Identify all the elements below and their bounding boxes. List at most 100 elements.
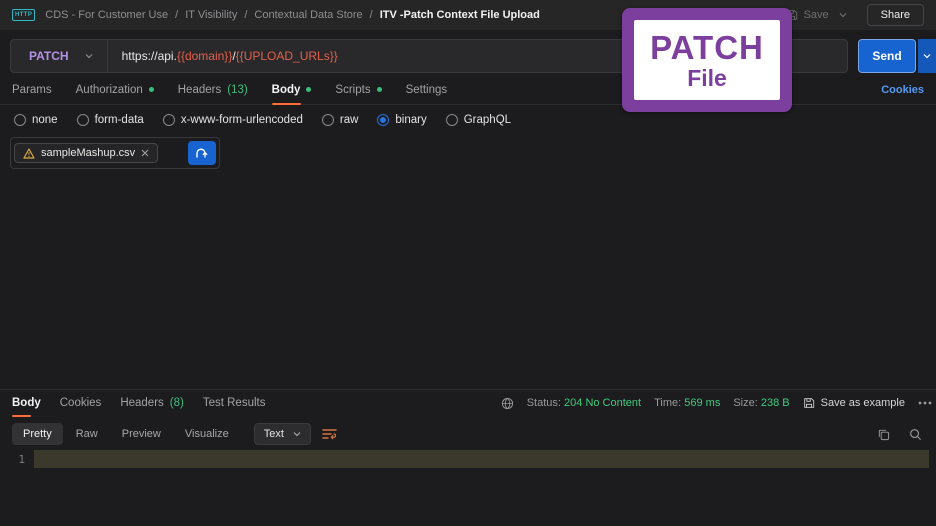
response-view-toolbar: Pretty Raw Preview Visualize Text	[0, 416, 936, 450]
response-tab-cookies[interactable]: Cookies	[60, 390, 102, 416]
save-as-example-label: Save as example	[821, 397, 905, 409]
chevron-down-icon	[839, 12, 847, 18]
response-tab-test-results-label: Test Results	[203, 397, 266, 409]
time-field: Time: 569 ms	[654, 397, 720, 409]
save-options-button[interactable]	[839, 12, 847, 18]
wrap-lines-icon[interactable]	[322, 428, 337, 440]
highlighted-empty-line[interactable]	[34, 450, 929, 468]
status-field: Status: 204 No Content	[527, 397, 641, 409]
request-body-empty-area	[0, 169, 936, 389]
body-mode-none[interactable]: none	[14, 114, 58, 126]
view-visualize-button[interactable]: Visualize	[174, 423, 240, 445]
body-mode-binary[interactable]: binary	[377, 114, 426, 126]
tab-params-label: Params	[12, 84, 52, 96]
body-mode-form-data[interactable]: form-data	[77, 114, 144, 126]
headers-count-badge: (13)	[227, 84, 247, 96]
body-mode-raw-label: raw	[340, 114, 359, 126]
search-icon[interactable]	[909, 428, 922, 441]
green-dot-indicator	[306, 87, 311, 92]
share-button[interactable]: Share	[867, 4, 924, 26]
radio-icon	[14, 114, 26, 126]
file-chip[interactable]: sampleMashup.csv	[14, 143, 158, 163]
top-bar: HTTP CDS - For Customer Use / IT Visibil…	[0, 0, 936, 30]
request-url-row: PATCH https://api.{{domain}}/{{UPLOAD_UR…	[10, 39, 936, 73]
breadcrumb-folder[interactable]: Contextual Data Store	[254, 9, 362, 21]
size-label: Size:	[733, 397, 757, 409]
radio-icon	[77, 114, 89, 126]
badge-title: PATCH	[650, 31, 764, 64]
tab-scripts-label: Scripts	[335, 84, 370, 96]
more-options-icon[interactable]	[918, 401, 932, 405]
size-field: Size: 238 B	[733, 397, 789, 409]
response-tabs: Body Cookies Headers (8) Test Results St…	[0, 389, 936, 416]
breadcrumb-collection[interactable]: IT Visibility	[185, 9, 237, 21]
send-button[interactable]: Send	[858, 39, 916, 73]
body-mode-urlencoded-label: x-www-form-urlencoded	[181, 114, 303, 126]
view-raw-button[interactable]: Raw	[65, 423, 109, 445]
tab-body[interactable]: Body	[272, 75, 312, 104]
body-mode-raw[interactable]: raw	[322, 114, 359, 126]
send-options-button[interactable]	[918, 39, 936, 73]
status-label: Status:	[527, 397, 561, 409]
upload-file-icon	[195, 147, 209, 159]
chevron-down-icon	[293, 431, 301, 437]
response-tab-test-results[interactable]: Test Results	[203, 390, 266, 416]
remove-file-icon[interactable]	[141, 149, 149, 157]
http-request-icon: HTTP	[12, 9, 35, 21]
radio-selected-icon	[377, 114, 389, 126]
tab-params[interactable]: Params	[12, 75, 52, 104]
radio-icon	[446, 114, 458, 126]
send-button-group: Send	[858, 39, 936, 73]
chevron-down-icon	[923, 53, 931, 59]
body-mode-form-data-label: form-data	[95, 114, 144, 126]
url-prefix: https://api.	[122, 49, 177, 63]
breadcrumb-separator: /	[370, 9, 373, 21]
cookies-link[interactable]: Cookies	[881, 84, 924, 96]
url-variable-domain: {{domain}}	[177, 49, 232, 63]
breadcrumb-workspace[interactable]: CDS - For Customer Use	[45, 9, 168, 21]
response-tab-body[interactable]: Body	[12, 390, 41, 416]
binary-file-input: sampleMashup.csv	[10, 137, 220, 169]
save-icon	[803, 397, 815, 409]
url-input[interactable]: https://api.{{domain}}/{{UPLOAD_URLs}}	[108, 49, 352, 63]
tab-authorization[interactable]: Authorization	[76, 75, 154, 104]
breadcrumb-request-title[interactable]: ITV -Patch Context File Upload	[380, 9, 540, 21]
tab-settings-label: Settings	[406, 84, 448, 96]
method-selector[interactable]: PATCH	[11, 40, 108, 72]
response-body-editor: 1	[0, 450, 936, 468]
body-mode-graphql[interactable]: GraphQL	[446, 114, 511, 126]
format-value: Text	[264, 428, 284, 440]
time-label: Time:	[654, 397, 681, 409]
body-mode-graphql-label: GraphQL	[464, 114, 511, 126]
request-tabs: Params Authorization Headers (13) Body S…	[0, 75, 936, 105]
view-pretty-button[interactable]: Pretty	[12, 423, 63, 445]
response-tab-cookies-label: Cookies	[60, 397, 102, 409]
response-tab-headers[interactable]: Headers (8)	[120, 390, 184, 416]
tab-scripts[interactable]: Scripts	[335, 75, 381, 104]
network-icon[interactable]	[501, 397, 514, 410]
size-value: 238 B	[761, 397, 790, 409]
api-client-window: HTTP CDS - For Customer Use / IT Visibil…	[0, 0, 936, 526]
patch-file-annotation-badge: PATCH File	[622, 8, 792, 112]
copy-icon[interactable]	[877, 428, 890, 441]
format-dropdown[interactable]: Text	[254, 423, 311, 445]
warning-icon	[23, 148, 35, 159]
green-dot-indicator	[377, 87, 382, 92]
select-file-button[interactable]	[188, 141, 216, 165]
method-value: PATCH	[29, 49, 69, 63]
response-tab-body-label: Body	[12, 397, 41, 409]
badge-subtitle: File	[687, 67, 727, 90]
body-mode-urlencoded[interactable]: x-www-form-urlencoded	[163, 114, 303, 126]
save-as-example-button[interactable]: Save as example	[803, 397, 905, 409]
tab-headers[interactable]: Headers (13)	[178, 75, 248, 104]
tab-settings[interactable]: Settings	[406, 75, 448, 104]
body-mode-binary-label: binary	[395, 114, 426, 126]
response-tab-headers-label: Headers	[120, 397, 163, 409]
save-button[interactable]: Save	[786, 9, 829, 21]
file-name: sampleMashup.csv	[41, 147, 135, 159]
body-mode-selector: none form-data x-www-form-urlencoded raw…	[0, 105, 936, 133]
tab-authorization-label: Authorization	[76, 84, 143, 96]
green-dot-indicator	[149, 87, 154, 92]
status-value: 204 No Content	[564, 397, 641, 409]
view-preview-button[interactable]: Preview	[111, 423, 172, 445]
